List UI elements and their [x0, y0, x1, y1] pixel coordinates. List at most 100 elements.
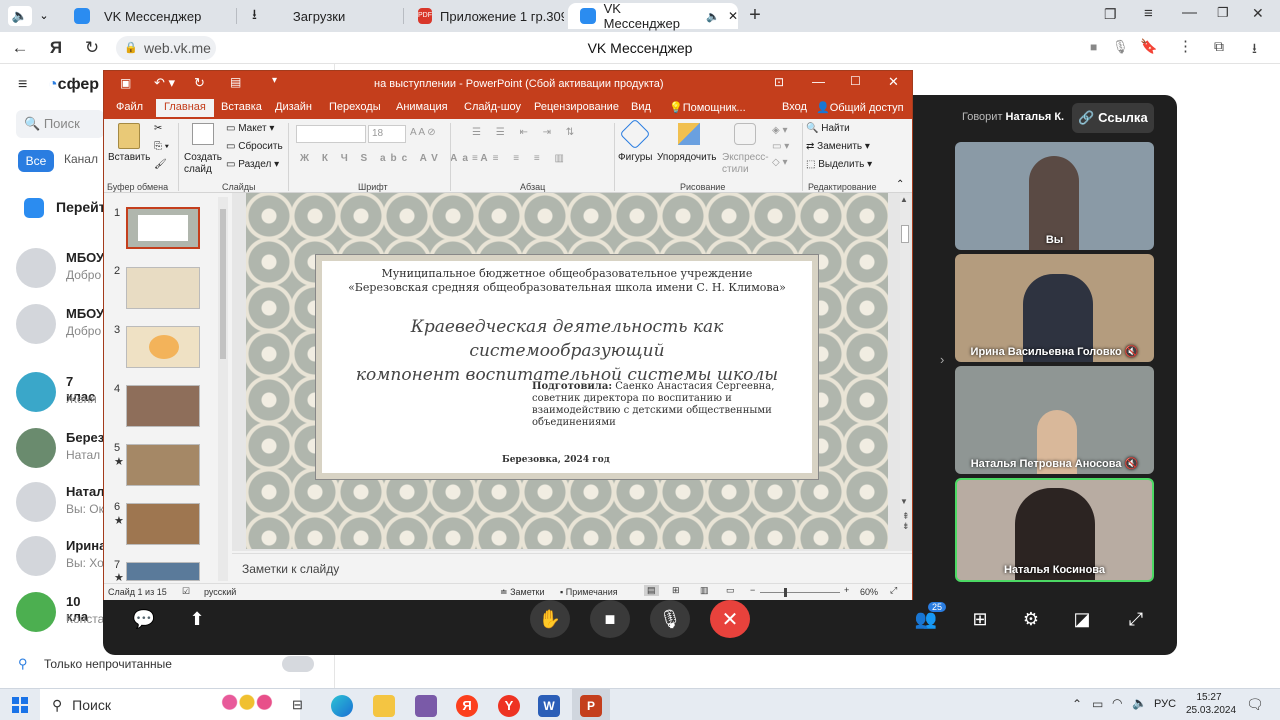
battery-icon[interactable]: ▭	[1092, 697, 1103, 711]
language-indicator[interactable]: русский	[204, 587, 236, 597]
tab-vk-1[interactable]: VK Мессенджер	[62, 3, 232, 29]
slide-thumbnail[interactable]	[126, 444, 200, 486]
restore-icon[interactable]: ❐	[1217, 5, 1229, 21]
paste-clipboard-icon[interactable]	[118, 123, 140, 149]
winrar-icon[interactable]	[415, 695, 437, 717]
undo-icon[interactable]: ↶ ▾	[154, 75, 175, 91]
url-field[interactable]: 🔒 web.vk.me	[116, 36, 216, 60]
pip-icon[interactable]: ◪	[1062, 600, 1102, 638]
slide-thumbnail[interactable]	[126, 503, 200, 545]
section-button[interactable]: ▭ Раздел ▾	[226, 159, 279, 170]
bookmark-icon[interactable]: 🔖	[1140, 38, 1157, 55]
ribbon-display-icon[interactable]: ⊡	[774, 75, 784, 89]
clock[interactable]: 15:27 25.03.2024	[1186, 691, 1236, 717]
zoom-slider[interactable]	[760, 588, 840, 597]
slide-thumbnail[interactable]	[126, 326, 200, 368]
slide-thumbnail[interactable]	[126, 207, 200, 249]
find-button[interactable]: 🔍 Найти	[806, 123, 850, 134]
tab-review[interactable]: Рецензирование	[534, 101, 619, 113]
video-tile-active[interactable]: Наталья Косинова	[955, 478, 1154, 582]
more-icon[interactable]: ⋮	[1178, 37, 1193, 55]
camera-indicator-icon[interactable]: ■	[1090, 40, 1097, 54]
microphone-button[interactable]: 🎙	[650, 600, 690, 638]
yandex-browser-icon[interactable]: Я	[456, 695, 478, 717]
slideshow-view-icon[interactable]: ▭	[726, 585, 735, 596]
chat-icon[interactable]: 💬	[124, 600, 164, 638]
video-tile[interactable]: Ирина Васильевна Головко 🔇	[955, 254, 1154, 362]
settings-gear-icon[interactable]: ⚙	[1011, 600, 1051, 638]
tray-chevron-icon[interactable]: ⌃	[1072, 697, 1082, 711]
tab-view[interactable]: Вид	[631, 101, 651, 113]
arrange-icon[interactable]	[678, 123, 700, 145]
edge-icon[interactable]	[331, 695, 353, 717]
present-icon[interactable]: ▤	[230, 75, 241, 89]
tab-pdf[interactable]: PDF Приложение 1 гр.309-24	[406, 3, 564, 29]
font-name-combobox[interactable]	[296, 125, 366, 143]
yandex-app-icon[interactable]: Y	[498, 695, 520, 717]
keyboard-language[interactable]: РУС	[1154, 698, 1176, 710]
zoom-level[interactable]: 60%	[860, 587, 878, 597]
tab-tell-me[interactable]: 💡Помощник...	[669, 101, 746, 114]
camera-button[interactable]: ■	[590, 600, 630, 638]
wifi-icon[interactable]: ◠	[1112, 696, 1122, 710]
collapse-ribbon-icon[interactable]: ⌃	[896, 179, 904, 190]
list-buttons[interactable]: ☰ ☰ ⇤ ⇥ ⇅	[472, 127, 580, 138]
task-view-icon[interactable]: ⊟	[292, 697, 303, 713]
align-buttons[interactable]: ≡ ≡ ≡ ≡ ▥	[472, 153, 570, 164]
share-button[interactable]: 👤Общий доступ	[816, 101, 904, 114]
tab-close-icon[interactable]: ✕	[728, 9, 738, 23]
arrange-button[interactable]: Упорядочить	[657, 152, 717, 163]
reload-icon[interactable]: ↻	[80, 36, 104, 60]
slide-thumbnail[interactable]	[126, 267, 200, 309]
word-icon[interactable]: W	[538, 695, 560, 717]
menu-icon[interactable]: ≡	[1144, 5, 1153, 22]
font-format-buttons[interactable]: Ж К Ч S abc AV Aa A	[300, 153, 493, 164]
current-slide[interactable]: Муниципальное бюджетное общеобразователь…	[246, 193, 888, 549]
paste-button[interactable]: Вставить	[108, 152, 150, 163]
video-tile[interactable]: Наталья Петровна Аносова 🔇	[955, 366, 1154, 474]
video-tile[interactable]: Вы	[955, 142, 1154, 250]
shapes-icon[interactable]	[619, 118, 651, 150]
yandex-icon[interactable]: Я	[44, 36, 68, 60]
shapes-button[interactable]: Фигуры	[618, 152, 652, 163]
copy-icon[interactable]: ⎘ ▾	[154, 141, 169, 152]
quick-styles-button[interactable]: Экспресс-стили	[722, 152, 769, 176]
cut-icon[interactable]: ✂	[154, 123, 162, 134]
slide-thumbnail[interactable]	[126, 562, 200, 581]
share-screen-icon[interactable]: ⬆	[177, 600, 217, 638]
replace-button[interactable]: ⇄ Заменить ▾	[806, 141, 870, 152]
hamburger-icon[interactable]: ≡	[18, 76, 27, 94]
slide-scrollbar[interactable]: ▲ ▼	[900, 195, 910, 527]
sound-icon[interactable]: 🔈	[8, 6, 32, 26]
goto-item[interactable]: Перейт	[16, 196, 106, 220]
unread-only-toggle[interactable]	[282, 656, 314, 672]
tab-home[interactable]: Главная	[156, 99, 214, 117]
tab-transitions[interactable]: Переходы	[329, 101, 381, 113]
tab-downloads[interactable]: ⭳ Загрузки	[240, 3, 400, 29]
search-input[interactable]: 🔍 Поиск	[16, 110, 104, 138]
list-item[interactable]: 10 кла Конста	[0, 584, 104, 638]
powerpoint-taskbar-button[interactable]: P	[572, 689, 610, 720]
file-explorer-icon[interactable]	[373, 695, 395, 717]
zoom-out-icon[interactable]: −	[750, 585, 755, 595]
list-item[interactable]: МБОУ Добро	[0, 240, 104, 294]
select-button[interactable]: ⬚ Выделить ▾	[806, 159, 872, 170]
filter-channels[interactable]: Канал	[64, 152, 98, 166]
fullscreen-icon[interactable]: ⤢	[1116, 600, 1156, 638]
comments-toggle[interactable]: ▪ Примечания	[560, 587, 618, 597]
downloads-icon[interactable]: ⭳	[1252, 38, 1257, 62]
filter-all[interactable]: Все	[18, 150, 54, 172]
spellcheck-icon[interactable]: ☑	[182, 586, 190, 597]
sign-in-link[interactable]: Вход	[782, 101, 807, 113]
windows-start-icon[interactable]	[12, 697, 28, 713]
list-item[interactable]: МБОУ Добро	[0, 296, 104, 350]
prev-next-slide-icon[interactable]: ⇞ ⇟	[902, 511, 910, 531]
format-painter-icon[interactable]: 🖌	[154, 159, 167, 170]
sorter-view-icon[interactable]: ⊞	[672, 585, 680, 596]
tab-slideshow[interactable]: Слайд-шоу	[464, 101, 521, 113]
list-item[interactable]: 7 клас Женя	[0, 364, 104, 418]
tab-file[interactable]: Файл	[116, 101, 143, 113]
back-arrow-icon[interactable]: ←	[8, 36, 32, 60]
tab-list-chevron-icon[interactable]: ⌄	[34, 6, 54, 26]
layout-button[interactable]: ▭ Макет ▾	[226, 123, 274, 134]
